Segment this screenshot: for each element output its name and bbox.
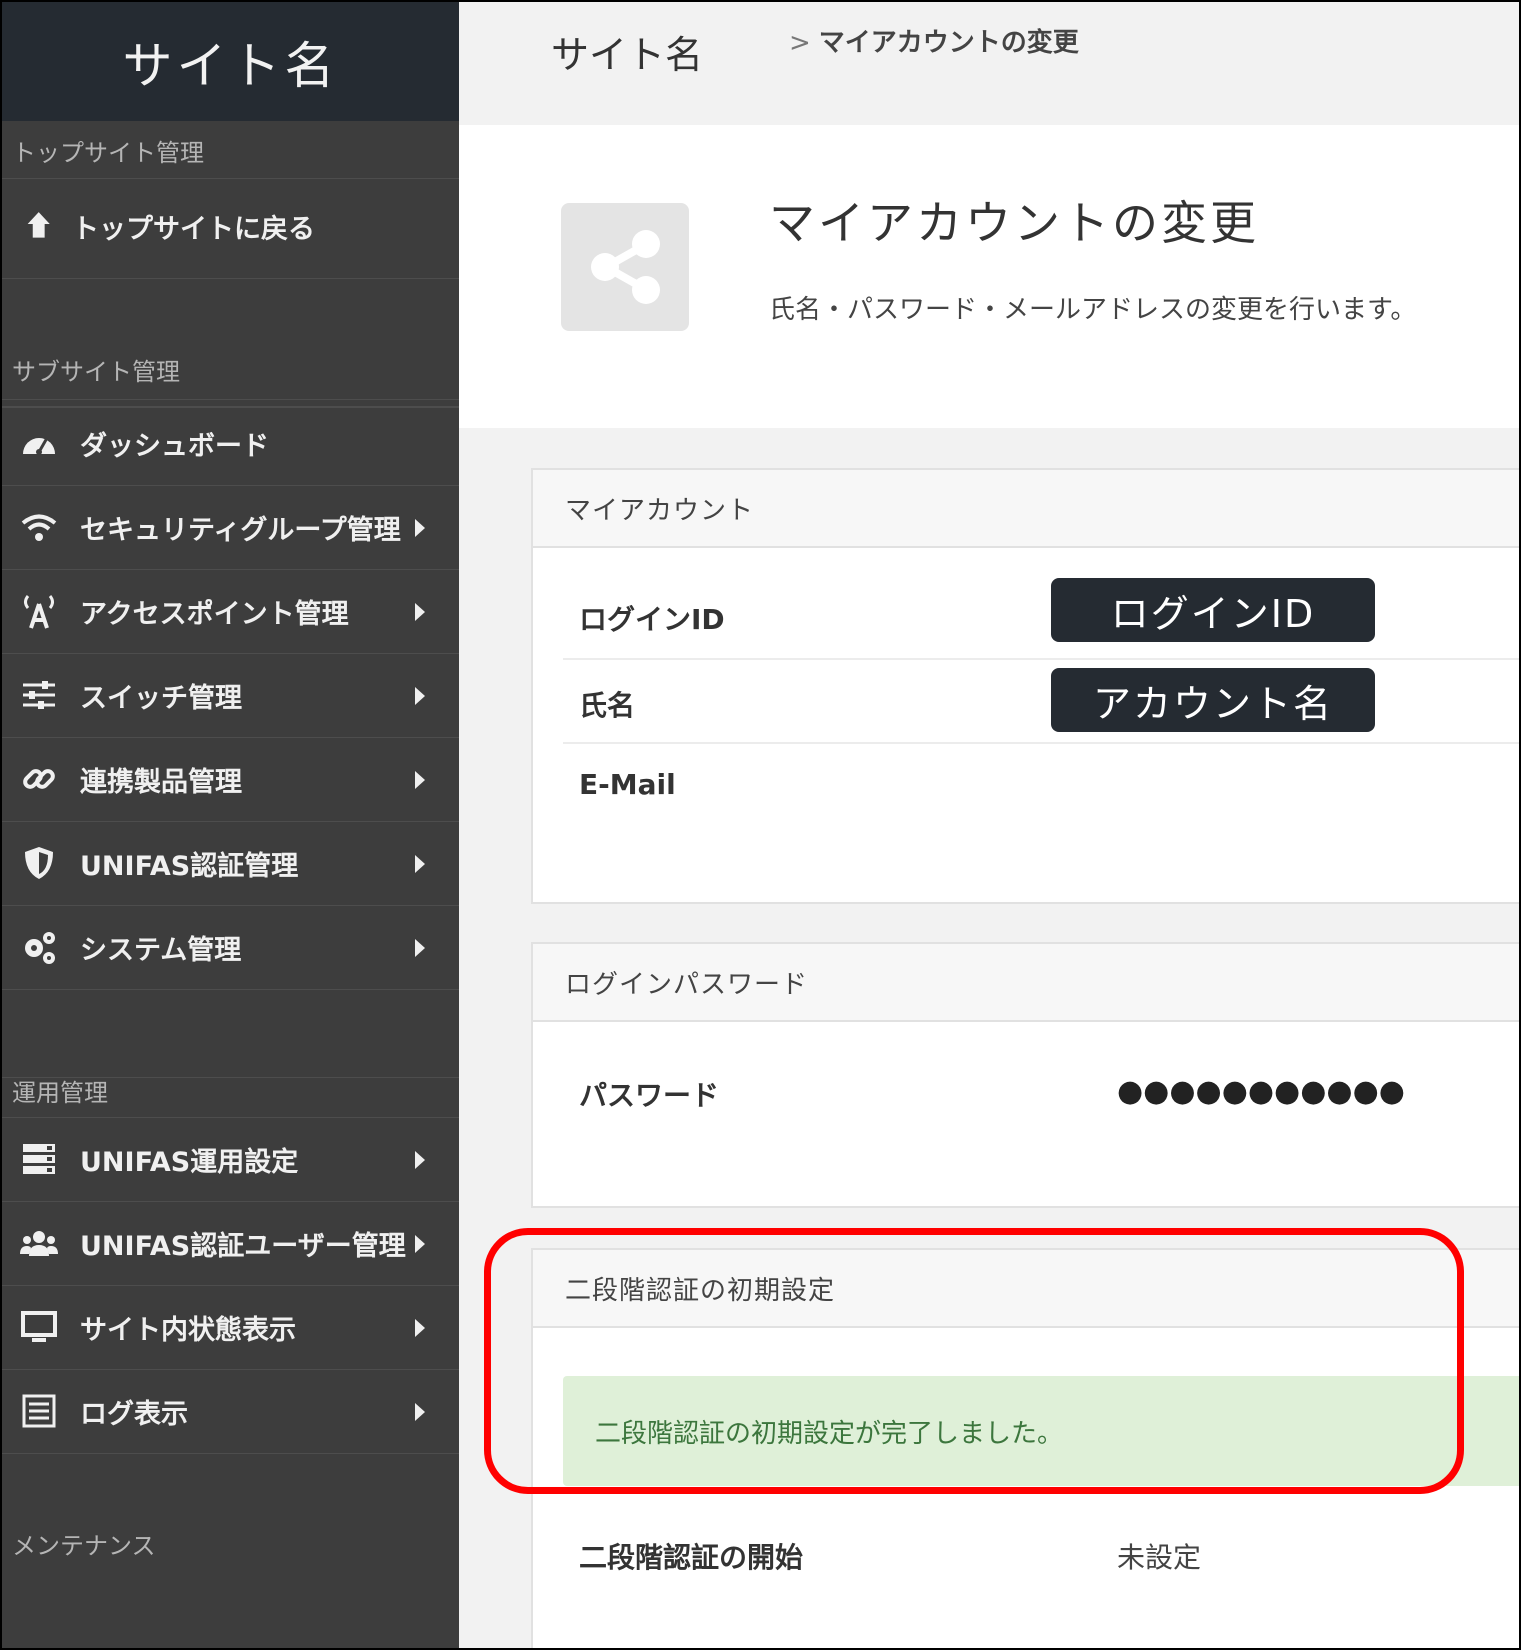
- two-factor-start-value: 未設定: [1117, 1536, 1201, 1576]
- email-label: E-Mail: [579, 768, 676, 801]
- wifi-icon: [20, 508, 58, 546]
- sidebar-item-label: トップサイトに戻る: [72, 207, 315, 246]
- password-value: ●●●●●●●●●●●: [1117, 1074, 1405, 1109]
- shield-icon: [20, 844, 58, 882]
- sidebar-item-access-point[interactable]: アクセスポイント管理: [2, 570, 459, 654]
- caret-right-icon: [415, 1235, 425, 1253]
- list-icon: [20, 1392, 58, 1430]
- breadcrumb: > マイアカウントの変更: [789, 22, 1079, 59]
- sliders-icon: [20, 676, 58, 714]
- sidebar-item-label: システム管理: [80, 928, 241, 967]
- page-title: マイアカウントの変更: [769, 187, 1259, 253]
- caret-right-icon: [415, 603, 425, 621]
- breadcrumb-separator: >: [789, 28, 811, 58]
- arrow-up-icon: [20, 207, 58, 245]
- sidebar-item-system[interactable]: システム管理: [2, 906, 459, 990]
- sidebar-item-label: セキュリティグループ管理: [80, 508, 401, 547]
- sidebar-item-label: 連携製品管理: [80, 760, 242, 799]
- name-label: 氏名: [579, 684, 635, 724]
- sidebar-item-unifas-operation[interactable]: UNIFAS運用設定: [2, 1118, 459, 1202]
- page-header: マイアカウントの変更 氏名・パスワード・メールアドレスの変更を行います。: [459, 125, 1519, 428]
- section-title-sub-site: サブサイト管理: [2, 352, 459, 400]
- antenna-icon: [20, 592, 58, 630]
- login-id-value: ログインID: [1051, 578, 1375, 642]
- section-title-maintenance: メンテナンス: [2, 1526, 459, 1566]
- breadcrumb-current: マイアカウントの変更: [819, 28, 1079, 58]
- caret-right-icon: [415, 1151, 425, 1169]
- sidebar-item-linked-products[interactable]: 連携製品管理: [2, 738, 459, 822]
- sidebar: サイト名 トップサイト管理 トップサイトに戻る サブサイト管理 ダッシュボード: [2, 2, 459, 1648]
- monitor-icon: [20, 1308, 58, 1346]
- caret-right-icon: [415, 1403, 425, 1421]
- divider: [563, 658, 1521, 660]
- section-title-top-site: トップサイト管理: [2, 121, 459, 179]
- caret-right-icon: [415, 855, 425, 873]
- password-label: パスワード: [579, 1074, 719, 1114]
- caret-right-icon: [415, 939, 425, 957]
- sidebar-site-name[interactable]: サイト名: [2, 2, 459, 121]
- sidebar-item-logs[interactable]: ログ表示: [2, 1370, 459, 1454]
- panel-title: ログインパスワード: [533, 944, 1521, 1022]
- sidebar-item-label: UNIFAS運用設定: [80, 1140, 298, 1179]
- caret-right-icon: [415, 687, 425, 705]
- divider: [563, 742, 1521, 744]
- sidebar-item-label: ログ表示: [80, 1392, 188, 1431]
- gears-icon: [20, 928, 58, 966]
- caret-right-icon: [415, 519, 425, 537]
- caret-right-icon: [415, 771, 425, 789]
- sidebar-item-security-group[interactable]: セキュリティグループ管理: [2, 486, 459, 570]
- name-value: アカウント名: [1051, 668, 1375, 732]
- header-site-name[interactable]: サイト名: [551, 24, 703, 79]
- sidebar-item-label: サイト内状態表示: [80, 1308, 296, 1347]
- sidebar-item-dashboard[interactable]: ダッシュボード: [2, 402, 459, 486]
- login-id-label: ログインID: [579, 598, 725, 638]
- sidebar-item-unifas-users[interactable]: UNIFAS認証ユーザー管理: [2, 1202, 459, 1286]
- password-panel: ログインパスワード パスワード ●●●●●●●●●●●: [531, 942, 1521, 1208]
- app-window: サイト名 トップサイト管理 トップサイトに戻る サブサイト管理 ダッシュボード: [0, 0, 1521, 1650]
- panel-title: マイアカウント: [533, 470, 1521, 548]
- page-description: 氏名・パスワード・メールアドレスの変更を行います。: [769, 289, 1416, 326]
- sidebar-item-unifas-auth[interactable]: UNIFAS認証管理: [2, 822, 459, 906]
- link-icon: [20, 760, 58, 798]
- section-title-operation: 運用管理: [2, 1078, 459, 1118]
- sidebar-item-label: UNIFAS認証管理: [80, 844, 298, 883]
- users-icon: [20, 1224, 58, 1262]
- sidebar-item-label: ダッシュボード: [80, 424, 269, 463]
- sidebar-item-site-status[interactable]: サイト内状態表示: [2, 1286, 459, 1370]
- account-panel: マイアカウント ログインID ログインID 氏名 アカウント名 E-Mail: [531, 468, 1521, 904]
- sidebar-item-back-to-top[interactable]: トップサイトに戻る: [2, 179, 459, 279]
- sidebar-item-switch[interactable]: スイッチ管理: [2, 654, 459, 738]
- sidebar-item-label: アクセスポイント管理: [80, 592, 349, 631]
- two-factor-start-label: 二段階認証の開始: [579, 1536, 803, 1576]
- share-icon: [561, 203, 689, 331]
- caret-right-icon: [415, 1319, 425, 1337]
- server-icon: [20, 1140, 58, 1178]
- dashboard-icon: [20, 424, 58, 462]
- sidebar-item-label: UNIFAS認証ユーザー管理: [80, 1224, 406, 1263]
- topbar: サイト名 > マイアカウントの変更: [459, 2, 1519, 125]
- highlight-annotation: [484, 1228, 1464, 1494]
- sidebar-item-label: スイッチ管理: [80, 676, 242, 715]
